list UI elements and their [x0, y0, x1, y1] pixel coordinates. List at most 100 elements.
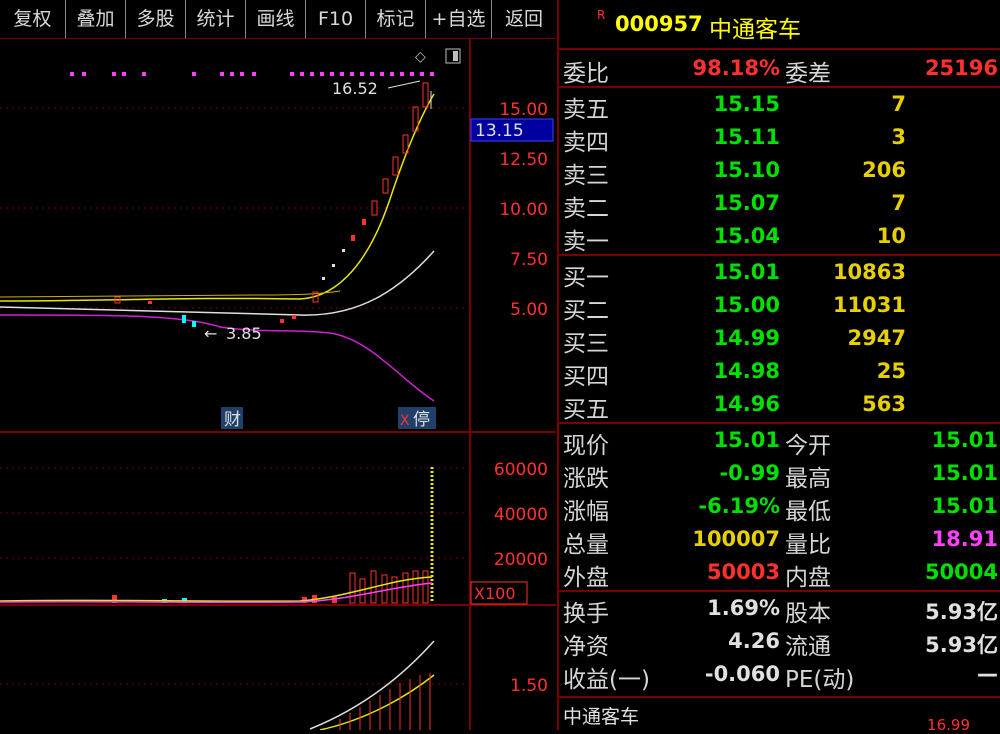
- sell-row[interactable]: 卖四 15.11 3: [559, 121, 1000, 156]
- price-axis-label: 5.00: [510, 300, 548, 320]
- sell-volume: 7: [891, 191, 906, 215]
- fuquan-button[interactable]: 复权: [0, 0, 66, 38]
- buy-row[interactable]: 买二 15.00 11031: [559, 289, 1000, 324]
- indicator-axis-label: 1.50: [510, 676, 548, 696]
- mini-chart-price: 16.99: [927, 716, 970, 734]
- low-price-label: 3.85: [226, 324, 262, 343]
- sell-volume: 7: [891, 92, 906, 116]
- buy-price: 14.96: [713, 392, 780, 416]
- current-price-tag: 13.15: [475, 121, 524, 141]
- buy-level-label: 买五: [563, 397, 609, 423]
- fund-label: 收益(一): [563, 667, 650, 693]
- price-axis-label: 15.00: [499, 100, 548, 120]
- sell-volume: 206: [862, 158, 906, 182]
- sell-level-label: 卖二: [563, 196, 609, 222]
- indicator-line-1: [309, 640, 435, 730]
- signal-dots: [70, 72, 434, 76]
- price-gridlines: [0, 107, 470, 685]
- stat-value: 50004: [924, 560, 998, 584]
- fund-value: 1.69%: [707, 596, 780, 620]
- buy-row[interactable]: 买一 15.01 10863: [559, 256, 1000, 291]
- mini-chart-stock-name: 中通客车: [563, 706, 640, 728]
- volume-axis-label: 20000: [494, 550, 548, 570]
- f10-button[interactable]: F10: [306, 0, 366, 38]
- weibi-label: 委比: [563, 61, 609, 87]
- sell-price: 15.10: [713, 158, 780, 182]
- buy-volume: 10863: [832, 260, 906, 284]
- fund-value: 4.26: [728, 629, 780, 653]
- buy-row[interactable]: 买五 14.96 563: [559, 388, 1000, 423]
- ma-short-line: [0, 93, 435, 302]
- statistics-button[interactable]: 统计: [186, 0, 246, 38]
- fund-row: 收益(一) -0.060 PE(动) —: [559, 658, 1000, 693]
- stats-row: 现价 15.01 今开 15.01: [559, 424, 1000, 459]
- buy-price: 14.99: [713, 326, 780, 350]
- financial-badge[interactable]: 财: [224, 410, 241, 430]
- buy-level-label: 买一: [563, 265, 609, 291]
- sell-row[interactable]: 卖一 15.04 10: [559, 220, 1000, 255]
- weibi-row: 委比 98.18% 委差 25196: [559, 52, 1000, 87]
- overlay-button[interactable]: 叠加: [66, 0, 126, 38]
- buy-volume: 2947: [847, 326, 906, 350]
- sell-row[interactable]: 卖三 15.10 206: [559, 154, 1000, 189]
- weicha-label: 委差: [785, 61, 831, 87]
- stock-name: 中通客车: [709, 17, 801, 43]
- back-button[interactable]: 返回: [492, 0, 556, 38]
- fund-row: 换手 1.69% 股本 5.93亿: [559, 592, 1000, 627]
- ma-extra-line: [0, 290, 341, 298]
- sell-row[interactable]: 卖二 15.07 7: [559, 187, 1000, 222]
- panel-toggle-icon-inner: [453, 51, 458, 61]
- sell-price: 15.04: [713, 224, 780, 248]
- buy-price: 15.01: [713, 260, 780, 284]
- stat-label: 最低: [785, 499, 831, 525]
- volume-unit: X100: [474, 584, 516, 603]
- chart-toolbar: 复权 叠加 多股 统计 画线 F10 标记 +自选 返回: [0, 0, 556, 39]
- separator: [559, 696, 1000, 698]
- add-watchlist-button[interactable]: +自选: [426, 0, 492, 38]
- price-axis-label: 10.00: [499, 200, 548, 220]
- fund-label: 流通: [785, 634, 831, 660]
- stat-label: 内盘: [785, 565, 831, 591]
- quote-panel: R 000957 中通客车 委比 98.18% 委差 25196 卖五 15.1…: [557, 0, 1000, 734]
- stat-label: 涨幅: [563, 499, 609, 525]
- fund-value: 5.93亿: [925, 600, 998, 624]
- indicator-line-2: [319, 674, 435, 731]
- stat-label: 现价: [563, 433, 609, 459]
- sell-level-label: 卖五: [563, 97, 609, 123]
- kline-chart-svg[interactable]: 15.00 12.50 10.00 7.50 5.00 13.15 ◇ 16.5…: [0, 39, 556, 731]
- buy-level-label: 买三: [563, 331, 609, 357]
- fund-label: 股本: [785, 601, 831, 627]
- sell-volume: 10: [876, 224, 906, 248]
- stat-label: 外盘: [563, 565, 609, 591]
- diamond-icon[interactable]: ◇: [415, 49, 426, 65]
- volume-bars: [112, 467, 434, 604]
- volume-axis-label: 40000: [494, 505, 548, 525]
- buy-volume: 563: [862, 392, 906, 416]
- volume-ma-long: [0, 582, 433, 604]
- high-arrow: [387, 80, 421, 89]
- price-axis-label: 12.50: [499, 150, 548, 170]
- buy-row[interactable]: 买四 14.98 25: [559, 355, 1000, 390]
- stat-value: 15.01: [713, 428, 780, 452]
- fund-label: PE(动): [785, 667, 855, 693]
- fund-value: -0.060: [704, 662, 780, 686]
- weibi-value: 98.18%: [692, 56, 780, 80]
- stats-row: 总量 100007 量比 18.91: [559, 523, 1000, 558]
- sell-row[interactable]: 卖五 15.15 7: [559, 88, 1000, 123]
- draw-line-button[interactable]: 画线: [246, 0, 306, 38]
- mark-button[interactable]: 标记: [366, 0, 426, 38]
- stock-code: 000957: [615, 12, 703, 36]
- suspend-badge[interactable]: 停: [413, 410, 430, 430]
- stat-label: 最高: [785, 466, 831, 492]
- stat-label: 量比: [785, 532, 831, 558]
- kline-chart-area[interactable]: 15.00 12.50 10.00 7.50 5.00 13.15 ◇ 16.5…: [0, 39, 556, 731]
- sell-level-label: 卖一: [563, 229, 609, 255]
- buy-row[interactable]: 买三 14.99 2947: [559, 322, 1000, 357]
- suspend-badge-x: X: [400, 413, 410, 429]
- stat-label: 总量: [563, 532, 609, 558]
- stat-value: 15.01: [931, 461, 998, 485]
- stat-value: 15.01: [931, 428, 998, 452]
- multi-stock-button[interactable]: 多股: [126, 0, 186, 38]
- candles: [114, 82, 432, 327]
- volume-ma-short: [0, 576, 433, 602]
